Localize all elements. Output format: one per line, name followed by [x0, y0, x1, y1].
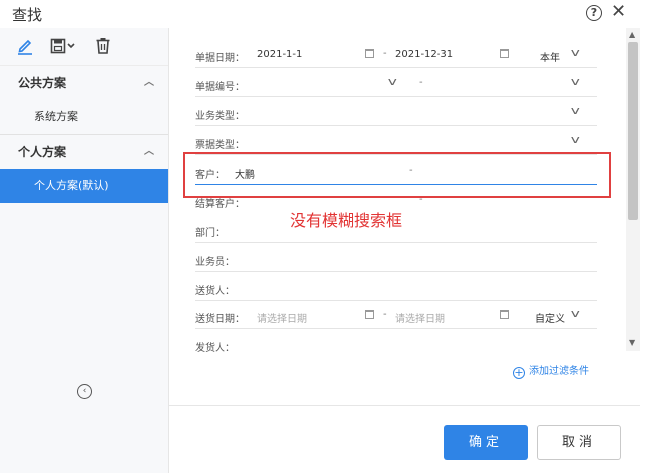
scheme-item-system[interactable]: 系统方案 — [0, 100, 168, 134]
calendar-icon[interactable] — [500, 310, 509, 319]
collapse-sidebar-icon[interactable]: ‹ — [77, 384, 92, 399]
delivery-date-preset-select[interactable]: 自定义 — [535, 310, 565, 325]
dept-label: 部门： — [195, 228, 225, 239]
chevron-down-icon[interactable]: v — [571, 104, 580, 117]
filter-row-salesman[interactable]: 业务员： — [195, 246, 597, 272]
chevron-down-icon[interactable]: v — [571, 307, 580, 320]
annotation-note: 没有模糊搜索框 — [290, 211, 403, 230]
filter-row-delivery-date: 送货日期： 请选择日期 - 请选择日期 自定义 v — [195, 303, 597, 329]
personal-scheme-group[interactable]: 个人方案 ︿ — [0, 135, 168, 169]
biz-type-label: 业务类型： — [195, 111, 245, 122]
delivery-date-to-input[interactable]: 请选择日期 — [395, 310, 445, 325]
add-filter-label: 添加过滤条件 — [529, 366, 589, 377]
scroll-thumb[interactable] — [628, 42, 638, 220]
trash-icon[interactable] — [95, 37, 111, 55]
shipper-label: 发货人： — [195, 343, 235, 354]
doc-date-label: 单据日期： — [195, 53, 245, 64]
help-icon[interactable]: ? — [586, 5, 602, 21]
personal-scheme-group-label: 个人方案 — [18, 145, 67, 159]
doc-date-from-input[interactable]: 2021-1-1 — [257, 49, 302, 60]
delivery-date-from-input[interactable]: 请选择日期 — [257, 310, 307, 325]
calendar-icon[interactable] — [365, 310, 374, 319]
doc-date-to-input[interactable]: 2021-12-31 — [395, 49, 453, 60]
chevron-down-icon[interactable]: v — [571, 75, 580, 88]
range-dash: - — [383, 48, 387, 59]
save-dropdown-icon[interactable] — [50, 37, 78, 55]
add-filter-link[interactable]: + 添加过滤条件 — [513, 362, 589, 379]
calendar-icon[interactable] — [500, 49, 509, 58]
chevron-down-icon[interactable]: v — [388, 75, 397, 88]
salesman-label: 业务员： — [195, 257, 235, 268]
ticket-type-label: 票据类型： — [195, 140, 245, 151]
dialog-footer: 确定 取消 — [169, 405, 640, 473]
close-icon[interactable]: ✕ — [611, 2, 626, 22]
range-dash: - — [383, 309, 387, 320]
chevron-up-icon[interactable]: ︿ — [144, 66, 154, 100]
cancel-button[interactable]: 取消 — [537, 425, 621, 460]
filter-row-shipper[interactable]: 发货人： — [195, 332, 597, 358]
delivery-date-label: 送货日期： — [195, 314, 245, 325]
doc-date-preset-select[interactable]: 本年 — [540, 49, 560, 64]
public-scheme-group-label: 公共方案 — [18, 76, 67, 90]
annotation-highlight-box — [183, 152, 611, 198]
filter-row-doc-no: 单据编号： v - v — [195, 71, 597, 97]
scheme-item-personal-default[interactable]: 个人方案(默认) — [0, 169, 168, 203]
deliverer-label: 送货人： — [195, 286, 235, 297]
filter-row-deliverer[interactable]: 送货人： — [195, 275, 597, 301]
chevron-down-icon[interactable]: v — [571, 133, 580, 146]
doc-no-label: 单据编号： — [195, 82, 245, 93]
title-bar: 查找 ? ✕ — [0, 0, 647, 28]
dialog-title: 查找 — [12, 6, 43, 24]
scroll-up-icon[interactable]: ▲ — [629, 30, 635, 39]
calendar-icon[interactable] — [365, 49, 374, 58]
plus-circle-icon: + — [513, 366, 525, 379]
range-dash: - — [419, 77, 423, 88]
filter-row-biz-type[interactable]: 业务类型： v — [195, 100, 597, 126]
filter-row-doc-date: 单据日期： 2021-1-1 - 2021-12-31 本年 v — [195, 42, 597, 68]
scroll-down-icon[interactable]: ▼ — [629, 338, 635, 347]
public-scheme-group[interactable]: 公共方案 ︿ — [0, 66, 168, 100]
chevron-up-icon[interactable]: ︿ — [144, 135, 154, 169]
scheme-sidebar: 公共方案 ︿ 系统方案 个人方案 ︿ 个人方案(默认) ‹ — [0, 28, 169, 473]
vertical-scrollbar[interactable]: ▲ ▼ — [626, 28, 640, 351]
scheme-toolbar — [0, 28, 168, 66]
confirm-button[interactable]: 确定 — [444, 425, 528, 460]
edit-pen-icon[interactable] — [17, 37, 33, 55]
chevron-down-icon[interactable]: v — [571, 46, 580, 59]
